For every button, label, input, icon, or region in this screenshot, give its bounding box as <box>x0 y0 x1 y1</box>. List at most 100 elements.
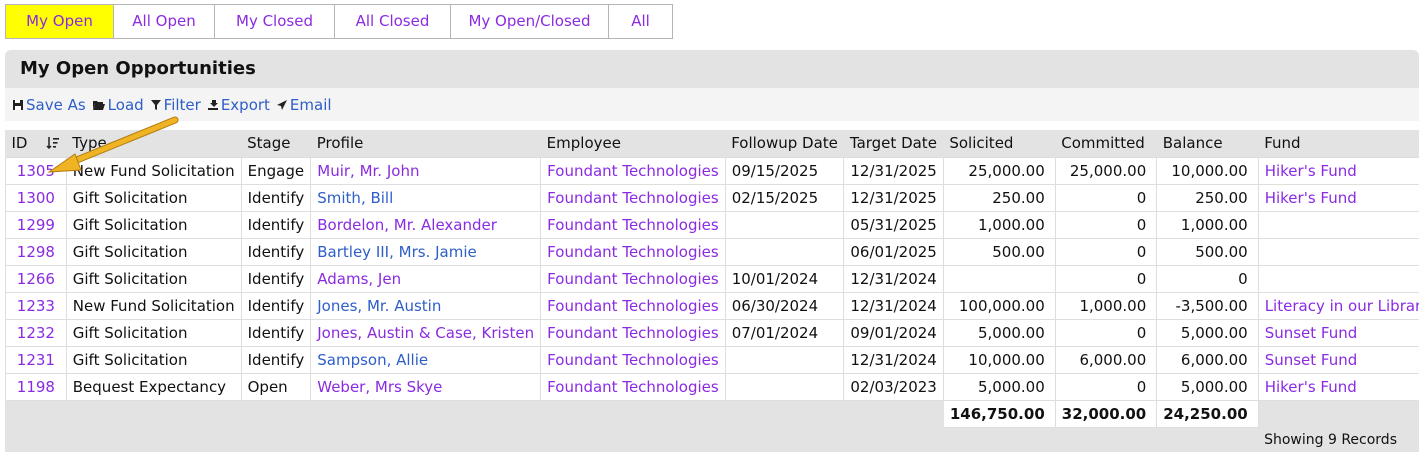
cell-employee-link[interactable]: Foundant Technologies <box>540 156 726 185</box>
totals-empty-cell <box>5 399 67 428</box>
save-as-button[interactable]: Save As <box>12 96 86 114</box>
cell-profile-link[interactable]: Smith, Bill <box>310 183 542 212</box>
table-row[interactable]: 1299 Gift Solicitation Identify Bordelon, M… <box>5 210 1419 239</box>
cell-employee-link[interactable]: Foundant Technologies <box>540 237 726 266</box>
cell-profile-link[interactable]: Weber, Mrs Skye <box>310 372 542 401</box>
total-balance: 24,250.00 <box>1156 399 1259 428</box>
totals-empty-cell <box>843 399 944 428</box>
cell-fund-link[interactable]: Sunset Fund <box>1257 318 1419 347</box>
cell-employee-link[interactable]: Foundant Technologies <box>540 264 726 293</box>
cell-target-date: 06/01/2025 <box>843 237 944 266</box>
col-header-id[interactable]: ID <box>5 130 67 157</box>
cell-committed: 0 <box>1054 210 1158 239</box>
tab-my-open-closed[interactable]: My Open/Closed <box>451 5 609 38</box>
cell-stage: Identify <box>240 345 312 374</box>
cell-profile-link[interactable]: Jones, Austin & Case, Kristen <box>310 318 542 347</box>
col-header-committed[interactable]: Committed <box>1055 130 1157 157</box>
cell-fund-link <box>1257 264 1419 293</box>
email-button[interactable]: Email <box>276 96 332 114</box>
cell-fund-link[interactable]: Hiker's Fund <box>1257 183 1419 212</box>
cell-stage: Engage <box>240 156 312 185</box>
cell-committed: 25,000.00 <box>1054 156 1158 185</box>
col-header-fund[interactable]: Fund <box>1258 130 1419 157</box>
cell-solicited: 10,000.00 <box>942 345 1056 374</box>
filter-button[interactable]: Filter <box>150 96 201 114</box>
cell-solicited: 5,000.00 <box>942 372 1056 401</box>
table-row[interactable]: 1233 New Fund Solicitation Identify Jones, … <box>5 291 1419 320</box>
table-row[interactable]: 1231 Gift Solicitation Identify Sampson, Al… <box>5 345 1419 374</box>
cell-id[interactable]: 1298 <box>5 237 67 266</box>
cell-employee-link[interactable]: Foundant Technologies <box>540 345 726 374</box>
cell-solicited <box>942 264 1056 293</box>
load-button[interactable]: Load <box>92 96 144 114</box>
cell-target-date: 12/31/2024 <box>843 264 944 293</box>
cell-followup-date <box>724 372 845 401</box>
export-label: Export <box>220 95 270 114</box>
cell-profile-link[interactable]: Muir, Mr. John <box>310 156 542 185</box>
cell-id[interactable]: 1305 <box>5 156 67 185</box>
cell-id[interactable]: 1266 <box>5 264 67 293</box>
totals-empty-cell <box>240 399 312 428</box>
cell-stage: Open <box>240 372 312 401</box>
cell-solicited: 500.00 <box>942 237 1056 266</box>
col-header-target-date[interactable]: Target Date <box>843 130 944 157</box>
cell-type: Bequest Expectancy <box>65 372 242 401</box>
cell-stage: Identify <box>240 237 312 266</box>
save-as-label: Save As <box>26 95 86 114</box>
cell-committed: 6,000.00 <box>1054 345 1158 374</box>
cell-id[interactable]: 1231 <box>5 345 67 374</box>
cell-profile-link[interactable]: Adams, Jen <box>310 264 542 293</box>
tab-my-open[interactable]: My Open <box>6 5 114 38</box>
cell-employee-link[interactable]: Foundant Technologies <box>540 210 726 239</box>
table-row[interactable]: 1232 Gift Solicitation Identify Jones, Aust… <box>5 318 1419 347</box>
col-header-profile[interactable]: Profile <box>310 130 541 157</box>
cell-employee-link[interactable]: Foundant Technologies <box>540 372 726 401</box>
cell-profile-link[interactable]: Bartley III, Mrs. Jamie <box>310 237 542 266</box>
cell-id[interactable]: 1233 <box>5 291 67 320</box>
send-icon <box>276 99 287 110</box>
cell-fund-link[interactable]: Sunset Fund <box>1257 345 1419 374</box>
col-header-solicited[interactable]: Solicited <box>943 130 1056 157</box>
cell-employee-link[interactable]: Foundant Technologies <box>540 291 726 320</box>
cell-id[interactable]: 1299 <box>5 210 67 239</box>
cell-committed: 0 <box>1054 183 1158 212</box>
cell-type: Gift Solicitation <box>65 210 242 239</box>
tab-my-closed[interactable]: My Closed <box>215 5 335 38</box>
col-header-employee[interactable]: Employee <box>540 130 726 157</box>
table-row[interactable]: 1300 Gift Solicitation Identify Smith, Bill… <box>5 183 1419 212</box>
cell-committed: 0 <box>1054 237 1158 266</box>
col-header-type[interactable]: Type <box>66 130 242 157</box>
table-row[interactable]: 1305 New Fund Solicitation Engage Muir, Mr.… <box>5 156 1419 185</box>
cell-profile-link[interactable]: Bordelon, Mr. Alexander <box>310 210 542 239</box>
cell-fund-link[interactable]: Hiker's Fund <box>1257 156 1419 185</box>
cell-type: Gift Solicitation <box>65 183 242 212</box>
toolbar-spacer <box>5 121 1419 130</box>
col-header-followup-date[interactable]: Followup Date <box>725 130 844 157</box>
totals-empty-cell <box>310 399 542 428</box>
tab-all-closed[interactable]: All Closed <box>335 5 451 38</box>
cell-profile-link[interactable]: Sampson, Allie <box>310 345 542 374</box>
cell-employee-link[interactable]: Foundant Technologies <box>540 183 726 212</box>
cell-type: Gift Solicitation <box>65 237 242 266</box>
cell-employee-link[interactable]: Foundant Technologies <box>540 318 726 347</box>
table-row[interactable]: 1198 Bequest Expectancy Open Weber, Mrs Sky… <box>5 372 1419 401</box>
table-row[interactable]: 1266 Gift Solicitation Identify Adams, Jen F… <box>5 264 1419 293</box>
col-header-stage[interactable]: Stage <box>241 130 311 157</box>
cell-id[interactable]: 1198 <box>5 372 67 401</box>
cell-type: Gift Solicitation <box>65 264 242 293</box>
export-button[interactable]: Export <box>207 96 270 114</box>
sort-descending-icon[interactable] <box>46 136 60 150</box>
tab-all[interactable]: All <box>609 5 672 38</box>
cell-committed: 1,000.00 <box>1054 291 1158 320</box>
cell-profile-link[interactable]: Jones, Mr. Austin <box>310 291 542 320</box>
email-label: Email <box>289 95 332 114</box>
col-header-balance[interactable]: Balance <box>1156 130 1259 157</box>
table-row[interactable]: 1298 Gift Solicitation Identify Bartley III… <box>5 237 1419 266</box>
cell-fund-link <box>1257 237 1419 266</box>
cell-fund-link[interactable]: Literacy in our Libraries <box>1257 291 1419 320</box>
opportunities-panel: My Open Opportunities Save As Load Filte… <box>5 50 1419 452</box>
cell-id[interactable]: 1300 <box>5 183 67 212</box>
cell-fund-link[interactable]: Hiker's Fund <box>1257 372 1419 401</box>
cell-id[interactable]: 1232 <box>5 318 67 347</box>
tab-all-open[interactable]: All Open <box>114 5 215 38</box>
